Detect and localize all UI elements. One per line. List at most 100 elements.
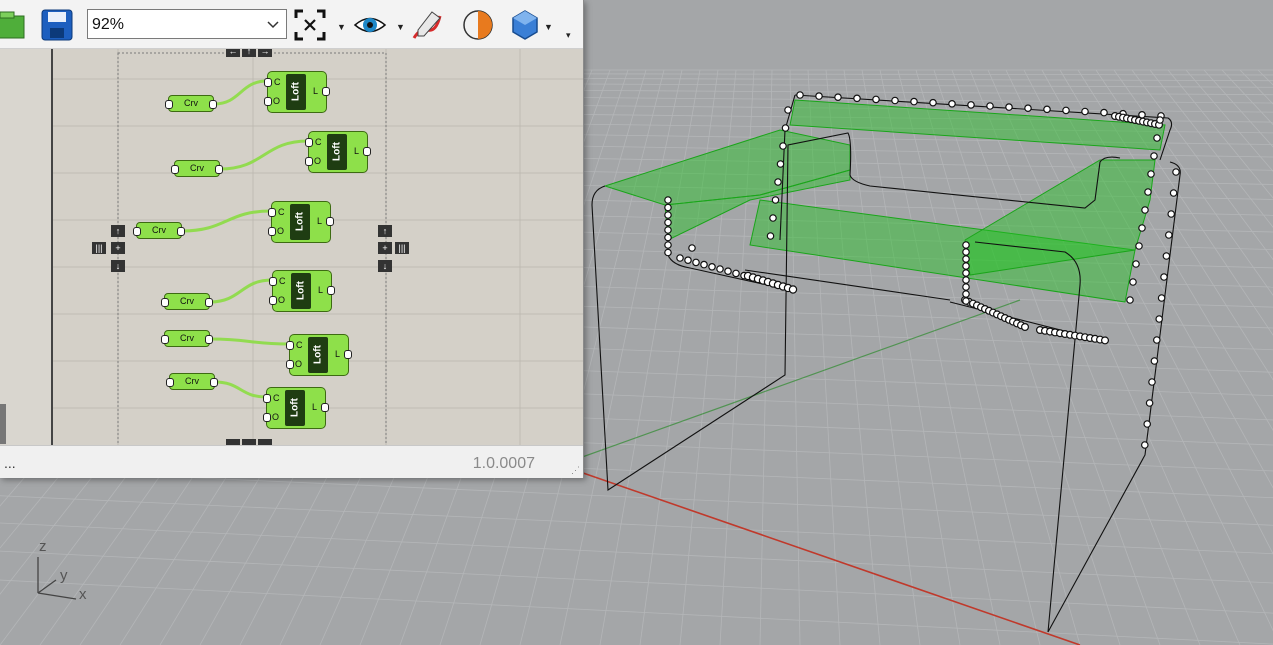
display-mode-dropdown-icon[interactable]: ▼ [544,22,553,32]
param-grip-icon[interactable] [215,165,223,174]
loft-title-block: Loft [327,134,347,170]
loft-title-block: Loft [291,273,311,309]
crv-parameter-label: Crv [185,376,199,386]
crv-parameter-label: Crv [180,296,194,306]
param-grip-icon[interactable] [165,100,173,109]
output-grip-icon[interactable] [344,350,352,359]
input-grip-icon[interactable] [305,138,313,147]
toolbar-overflow-icon[interactable]: ▾ [566,30,571,41]
loft-title-block: Loft [290,204,310,240]
resize-grip-icon[interactable]: ⋰ [571,465,580,476]
display-mode-icon[interactable] [508,8,542,42]
save-file-icon[interactable] [40,8,74,42]
loft-title: Loft [289,398,301,417]
sketch-pen-icon[interactable] [410,8,444,42]
input-grip-icon[interactable] [286,360,294,369]
version-label: 1.0.0007 [472,455,535,472]
shader-toggle-icon[interactable] [461,8,495,42]
loft-input-c: C [279,276,286,286]
param-grip-icon[interactable] [161,335,169,344]
param-grip-icon[interactable] [177,227,185,236]
zoom-level-select[interactable]: 92% [87,9,287,39]
input-grip-icon[interactable] [269,296,277,305]
loft-title: Loft [312,345,324,364]
input-grip-icon[interactable] [264,78,272,87]
param-grip-icon[interactable] [210,378,218,387]
loft-output-l: L [318,285,324,295]
output-grip-icon[interactable] [322,87,330,96]
param-grip-icon[interactable] [166,378,174,387]
param-grip-icon[interactable] [133,227,141,236]
loft-title: Loft [295,281,307,300]
loft-output-l: L [354,146,360,156]
loft-component[interactable]: C O Loft L [305,131,371,173]
group-handle-top[interactable]: ← ↑ → [226,49,272,57]
loft-input-c: C [315,137,322,147]
loft-output-l: L [317,216,323,226]
input-grip-icon[interactable] [263,394,271,403]
loft-title: Loft [331,142,343,161]
param-grip-icon[interactable] [161,298,169,307]
chevron-down-icon [267,21,279,29]
crv-parameter-label: Crv [180,333,194,343]
gh-canvas[interactable]: Crv C O Loft L Crv C O Loft L Crv C O Loft L Crv C O Loft L… [0,49,583,445]
group-handle-left[interactable]: ↑ ||| + ↓ [92,225,132,275]
crv-parameter[interactable]: Crv [166,373,218,390]
param-grip-icon[interactable] [205,335,213,344]
loft-component[interactable]: C O Loft L [286,334,352,376]
axis-label-y: y [60,567,68,584]
loft-input-o: O [295,359,303,369]
zoom-extents-dropdown-icon[interactable]: ▼ [337,22,346,32]
loft-input-c: C [278,207,285,217]
input-grip-icon[interactable] [286,341,294,350]
output-grip-icon[interactable] [327,286,335,295]
loft-component[interactable]: C O Loft L [263,387,329,429]
preview-eye-icon[interactable] [353,8,387,42]
loft-input-o: O [314,156,322,166]
wire-connection [209,278,273,304]
loft-title-block: Loft [308,337,328,373]
input-grip-icon[interactable] [264,97,272,106]
wire-connection [213,79,268,106]
param-grip-icon[interactable] [205,298,213,307]
gh-toolbar: 92% ▼ ▼ ▼ ▾ [0,0,583,49]
loft-output-l: L [312,402,318,412]
crv-parameter[interactable]: Crv [161,293,213,310]
zoom-extents-icon[interactable] [293,8,327,42]
loft-title: Loft [294,212,306,231]
loft-component[interactable]: C O Loft L [269,270,335,312]
gh-statusbar: ... 1.0.0007 ⋰ [0,445,583,478]
crv-parameter[interactable]: Crv [133,222,185,239]
loft-title-block: Loft [286,74,306,110]
crv-parameter[interactable]: Crv [171,160,223,177]
input-grip-icon[interactable] [305,157,313,166]
loft-component[interactable]: C O Loft L [268,201,334,243]
axis-gizmo: z y x [26,535,106,610]
output-grip-icon[interactable] [326,217,334,226]
loft-input-o: O [273,96,281,106]
output-grip-icon[interactable] [321,403,329,412]
open-file-icon[interactable] [0,8,28,42]
loft-input-c: C [273,393,280,403]
loft-input-o: O [278,295,286,305]
status-message: ... [4,455,16,471]
input-grip-icon[interactable] [269,277,277,286]
loft-component[interactable]: C O Loft L [264,71,330,113]
group-handle-right[interactable]: ↑ + ||| ↓ [378,225,418,275]
input-grip-icon[interactable] [268,227,276,236]
output-grip-icon[interactable] [363,147,371,156]
param-grip-icon[interactable] [209,100,217,109]
preview-dropdown-icon[interactable]: ▼ [396,22,405,32]
wire-connection [214,380,267,399]
grasshopper-window[interactable]: 92% ▼ ▼ ▼ ▾ Crv C O Loft L Crv C O Loft … [0,0,584,478]
crv-parameter[interactable]: Crv [165,95,217,112]
crv-parameter[interactable]: Crv [161,330,213,347]
param-grip-icon[interactable] [171,165,179,174]
input-grip-icon[interactable] [263,413,271,422]
loft-title: Loft [290,82,302,101]
wire-connection [219,139,309,171]
loft-title-block: Loft [285,390,305,426]
loft-input-o: O [272,412,280,422]
wire-connection [209,337,290,346]
input-grip-icon[interactable] [268,208,276,217]
